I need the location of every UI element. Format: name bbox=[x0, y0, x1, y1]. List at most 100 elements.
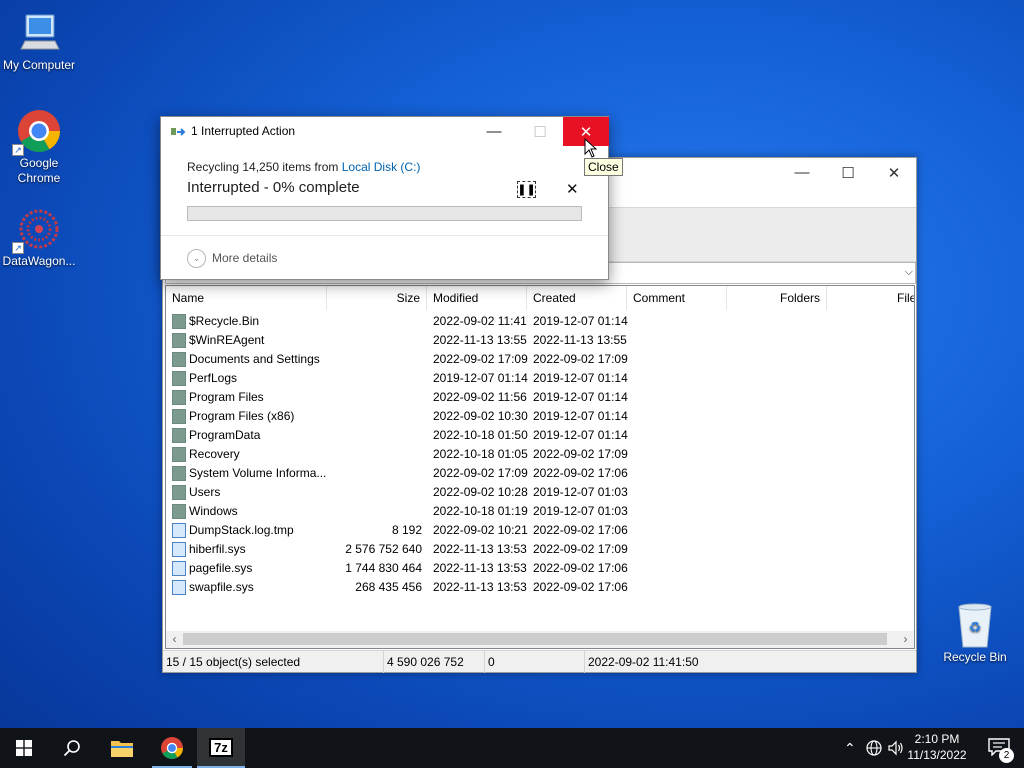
table-row[interactable]: Program Files 2022-09-02 11:56 2019-12-07 … bbox=[166, 388, 914, 407]
desktop-icon-datawagon[interactable]: ↗ DataWagon... bbox=[0, 204, 78, 269]
cell-created: 2022-09-02 17:09 bbox=[533, 542, 628, 556]
more-details-toggle[interactable]: ⌄ More details bbox=[187, 248, 277, 268]
table-row[interactable]: $WinREAgent 2022-11-13 13:55 2022-11-13 13… bbox=[166, 331, 914, 350]
start-button[interactable] bbox=[0, 728, 48, 768]
cell-name: Program Files bbox=[189, 390, 264, 404]
cell-name: Users bbox=[189, 485, 221, 499]
file-list[interactable]: Name Size Modified Created Comment Folde… bbox=[165, 285, 915, 649]
scroll-left-icon[interactable]: ‹ bbox=[166, 631, 183, 648]
clock-time: 2:10 PM bbox=[914, 732, 960, 746]
table-row[interactable]: Windows 2022-10-18 01:19 2019-12-07 01:03 bbox=[166, 502, 914, 521]
folder-icon bbox=[172, 466, 186, 481]
file-icon bbox=[172, 542, 186, 557]
cell-modified: 2022-09-02 10:21 bbox=[433, 523, 528, 537]
cell-modified: 2022-11-13 13:53 bbox=[433, 542, 527, 556]
table-row[interactable]: System Volume Informa... 2022-09-02 17:09… bbox=[166, 464, 914, 483]
table-row[interactable]: swapfile.sys 268 435 456 2022-11-13 13:53 2… bbox=[166, 578, 914, 597]
folder-icon bbox=[172, 390, 186, 405]
desktop-icon-google-chrome[interactable]: ↗ Google Chrome bbox=[0, 106, 78, 186]
maximize-button[interactable]: ☐ bbox=[825, 158, 871, 187]
cell-name: swapfile.sys bbox=[189, 580, 254, 594]
status-total-size: 4 590 026 752 bbox=[384, 651, 485, 673]
search-button[interactable] bbox=[48, 728, 96, 768]
search-icon bbox=[63, 740, 80, 757]
cell-size bbox=[326, 350, 422, 369]
scroll-right-icon[interactable]: › bbox=[897, 631, 914, 648]
table-row[interactable]: pagefile.sys 1 744 830 464 2022-11-13 13:5… bbox=[166, 559, 914, 578]
maximize-icon: ☐ bbox=[841, 164, 855, 182]
dialog-titlebar[interactable]: 1 Interrupted Action — ☐ ✕ bbox=[161, 117, 609, 146]
table-row[interactable]: $Recycle.Bin 2022-09-02 11:41 2019-12-07 0… bbox=[166, 312, 914, 331]
folder-icon bbox=[172, 447, 186, 462]
column-size[interactable]: Size bbox=[327, 286, 427, 310]
desktop-icon-recycle-bin[interactable]: ♻ Recycle Bin bbox=[936, 600, 1014, 665]
desktop-icon-my-computer[interactable]: My Computer bbox=[0, 8, 78, 73]
folder-icon bbox=[172, 352, 186, 367]
7zip-icon: 7z bbox=[209, 737, 233, 757]
cell-modified: 2022-10-18 01:05 bbox=[433, 447, 528, 461]
minimize-button[interactable]: — bbox=[779, 158, 825, 187]
horizontal-scrollbar[interactable]: ‹ › bbox=[166, 631, 914, 648]
table-row[interactable]: Users 2022-09-02 10:28 2019-12-07 01:03 bbox=[166, 483, 914, 502]
column-files[interactable]: File bbox=[827, 286, 914, 310]
table-row[interactable]: ProgramData 2022-10-18 01:50 2019-12-07 01… bbox=[166, 426, 914, 445]
mouse-cursor-icon bbox=[584, 138, 598, 158]
cell-name: $WinREAgent bbox=[189, 333, 265, 347]
cell-size bbox=[326, 312, 422, 331]
network-globe-icon[interactable] bbox=[866, 740, 882, 756]
folder-icon bbox=[172, 371, 186, 386]
folder-icon bbox=[172, 428, 186, 443]
table-row[interactable]: Documents and Settings 2022-09-02 17:09 20… bbox=[166, 350, 914, 369]
table-row[interactable]: PerfLogs 2019-12-07 01:14 2019-12-07 01:14 bbox=[166, 369, 914, 388]
cancel-operation-button[interactable]: ✕ bbox=[566, 180, 579, 198]
cell-size bbox=[326, 369, 422, 388]
desktop-icon-label: DataWagon... bbox=[2, 254, 76, 268]
taskbar-file-explorer[interactable] bbox=[98, 728, 146, 768]
clock[interactable]: 2:10 PM 11/13/2022 bbox=[902, 731, 972, 763]
table-row[interactable]: Recovery 2022-10-18 01:05 2022-09-02 17:09 bbox=[166, 445, 914, 464]
cell-created: 2022-09-02 17:09 bbox=[533, 447, 628, 461]
cell-name: Recovery bbox=[189, 447, 240, 461]
dialog-divider bbox=[161, 235, 608, 236]
table-row[interactable]: DumpStack.log.tmp 8 192 2022-09-02 10:21 20… bbox=[166, 521, 914, 540]
cell-created: 2019-12-07 01:14 bbox=[533, 371, 628, 385]
column-created[interactable]: Created bbox=[527, 286, 627, 310]
desktop-icon-label: Recycle Bin bbox=[943, 650, 1007, 664]
pause-icon: ❚❚ bbox=[517, 184, 536, 196]
scroll-thumb[interactable] bbox=[183, 633, 887, 645]
interrupted-action-dialog: 1 Interrupted Action — ☐ ✕ Recycling 14,… bbox=[160, 116, 609, 280]
cell-modified: 2022-11-13 13:53 bbox=[433, 580, 527, 594]
folder-icon bbox=[172, 409, 186, 424]
folder-icon bbox=[172, 333, 186, 348]
taskbar-chrome[interactable] bbox=[148, 728, 196, 768]
cell-created: 2019-12-07 01:14 bbox=[533, 428, 628, 442]
cell-created: 2019-12-07 01:03 bbox=[533, 485, 628, 499]
column-modified[interactable]: Modified bbox=[427, 286, 527, 310]
file-icon bbox=[172, 523, 186, 538]
table-row[interactable]: hiberfil.sys 2 576 752 640 2022-11-13 13:5… bbox=[166, 540, 914, 559]
system-tray: ⌃ 2:10 PM 11/13/2022 2 bbox=[824, 728, 1024, 768]
taskbar-7zip[interactable]: 7z bbox=[197, 728, 245, 768]
close-tooltip: Close bbox=[584, 158, 623, 176]
chevron-up-icon[interactable]: ⌃ bbox=[844, 740, 856, 757]
table-row[interactable]: Program Files (x86) 2022-09-02 10:30 2019-… bbox=[166, 407, 914, 426]
chevron-down-icon[interactable]: ⌵ bbox=[905, 266, 913, 279]
notification-count-badge: 2 bbox=[999, 748, 1014, 763]
column-name[interactable]: Name bbox=[166, 286, 327, 310]
column-folders[interactable]: Folders bbox=[727, 286, 827, 310]
status-date: 2022-09-02 11:41:50 bbox=[588, 655, 699, 669]
pause-button[interactable]: ❚❚ bbox=[517, 181, 536, 198]
cell-name: PerfLogs bbox=[189, 371, 238, 385]
cancel-icon: ✕ bbox=[566, 181, 579, 198]
minimize-icon: — bbox=[794, 164, 810, 181]
close-button[interactable]: ✕ bbox=[871, 158, 917, 187]
cell-size bbox=[326, 464, 422, 483]
cell-created: 2022-09-02 17:06 bbox=[533, 523, 628, 537]
clock-date: 11/13/2022 bbox=[907, 748, 967, 762]
column-comment[interactable]: Comment bbox=[627, 286, 727, 310]
operation-text: Recycling 14,250 items from bbox=[187, 160, 342, 174]
maximize-icon: ☐ bbox=[533, 123, 547, 141]
dialog-minimize-button[interactable]: — bbox=[471, 117, 517, 146]
source-link[interactable]: Local Disk (C:) bbox=[342, 160, 421, 174]
cell-modified: 2022-09-02 10:30 bbox=[433, 409, 528, 423]
